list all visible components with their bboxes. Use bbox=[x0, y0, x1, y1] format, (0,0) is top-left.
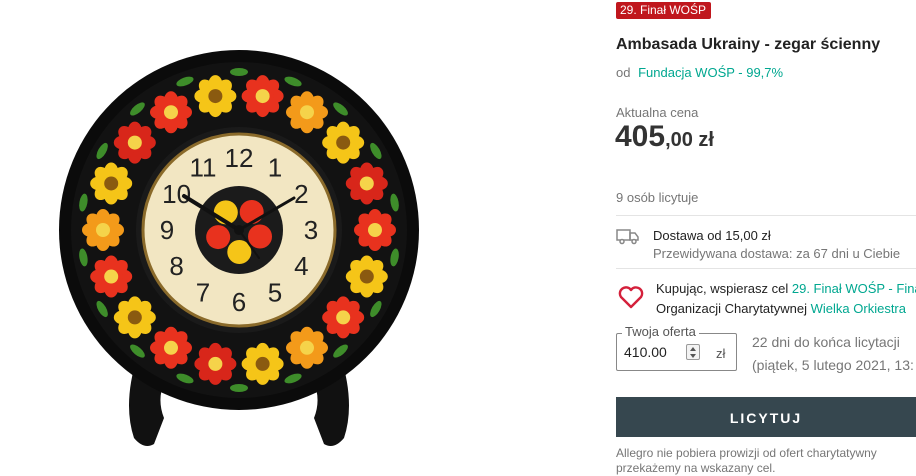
footnote-line-2: przekażemy na wskazany cel. bbox=[616, 461, 776, 475]
leaf bbox=[230, 68, 248, 76]
charity-org-text: Organizacji Charytatywnej bbox=[656, 301, 808, 316]
clock-numeral: 2 bbox=[294, 179, 308, 209]
flower-center bbox=[368, 223, 382, 237]
flower-center bbox=[300, 340, 314, 355]
divider bbox=[616, 268, 916, 269]
clock-numeral: 10 bbox=[162, 179, 191, 209]
flower-center bbox=[104, 269, 119, 284]
clock-numeral: 5 bbox=[268, 277, 282, 307]
flower-center bbox=[359, 176, 374, 191]
clock-numeral: 9 bbox=[160, 215, 174, 245]
flower-center bbox=[208, 356, 223, 371]
clock-numeral: 6 bbox=[232, 287, 246, 317]
seller-link[interactable]: Fundacja WOŚP - 99,7% bbox=[638, 65, 783, 80]
flower-center bbox=[300, 105, 314, 120]
clock-numeral: 3 bbox=[304, 215, 318, 245]
flower-center bbox=[255, 356, 270, 371]
inner-flower bbox=[248, 224, 273, 249]
price-whole: 405 bbox=[615, 120, 666, 153]
flower-center bbox=[164, 340, 178, 355]
charity-goal-link[interactable]: 29. Finał WOŚP - Fina bbox=[792, 281, 916, 296]
flower-center bbox=[164, 105, 178, 120]
event-badge[interactable]: 29. Finał WOŚP bbox=[616, 2, 712, 19]
clock-numeral: 7 bbox=[196, 277, 210, 307]
leaf bbox=[230, 384, 248, 392]
offer-currency: zł bbox=[716, 346, 726, 361]
product-image[interactable]: 12 12 3 45678 9 1011 bbox=[54, 48, 424, 458]
offer-stepper[interactable] bbox=[686, 344, 700, 360]
delivery-cost[interactable]: Dostawa od 15,00 zł bbox=[653, 228, 771, 243]
auction-end-date: (piątek, 5 lutego 2021, 13: bbox=[752, 357, 914, 373]
clock-numeral: 11 bbox=[190, 153, 217, 183]
footnote-line-1: Allegro nie pobiera prowizji od ofert ch… bbox=[616, 446, 877, 460]
price-decimal: ,00 zł bbox=[665, 129, 714, 151]
heart-icon bbox=[618, 286, 644, 309]
flower-center bbox=[96, 223, 110, 237]
charity-text: Kupując, wspierasz cel bbox=[656, 281, 789, 296]
clock-numeral: 1 bbox=[268, 153, 282, 183]
bidders-count: 9 osób licytuje bbox=[616, 190, 699, 205]
stepper-down-icon[interactable] bbox=[690, 354, 696, 358]
offer-input[interactable] bbox=[624, 344, 686, 360]
bid-button[interactable]: LICYTUJ bbox=[616, 397, 916, 437]
flower-center bbox=[359, 269, 374, 284]
delivery-estimate: Przewidywana dostawa: za 67 dni u Ciebie bbox=[653, 246, 901, 261]
flower-center bbox=[104, 176, 119, 191]
stepper-up-icon[interactable] bbox=[690, 347, 696, 351]
clock-numeral: 12 bbox=[225, 143, 254, 173]
flower-center bbox=[127, 135, 142, 150]
charity-org-link[interactable]: Wielka Orkiestra bbox=[811, 301, 906, 316]
offer-label: Twoja oferta bbox=[622, 324, 699, 339]
price-label: Aktualna cena bbox=[616, 105, 699, 120]
product-title: Ambasada Ukrainy - zegar ścienny bbox=[616, 36, 881, 53]
inner-flower bbox=[239, 200, 264, 225]
flower-center bbox=[208, 89, 223, 104]
product-image-area[interactable]: 12 1 2 3 4 5 6 7 8 9 10 11 bbox=[0, 0, 600, 476]
flower-center bbox=[127, 310, 142, 325]
flower-center bbox=[336, 135, 351, 150]
clock-numeral: 8 bbox=[169, 251, 183, 281]
seller-prefix: od bbox=[616, 65, 631, 80]
current-price: 405,00 zł bbox=[615, 120, 714, 154]
clock-numeral: 4 bbox=[294, 251, 308, 281]
charity-line-2: Organizacji Charytatywnej Wielka Orkiest… bbox=[656, 301, 906, 316]
time-left: 22 dni do końca licytacji bbox=[752, 334, 900, 350]
charity-line-1: Kupując, wspierasz cel 29. Finał WOŚP - … bbox=[656, 281, 916, 296]
inner-flower bbox=[206, 225, 231, 250]
flower-center bbox=[336, 310, 351, 325]
flower-center bbox=[255, 89, 270, 104]
seller-line: od Fundacja WOŚP - 99,7% bbox=[616, 65, 783, 80]
truck-icon bbox=[616, 229, 639, 245]
divider bbox=[616, 215, 916, 216]
